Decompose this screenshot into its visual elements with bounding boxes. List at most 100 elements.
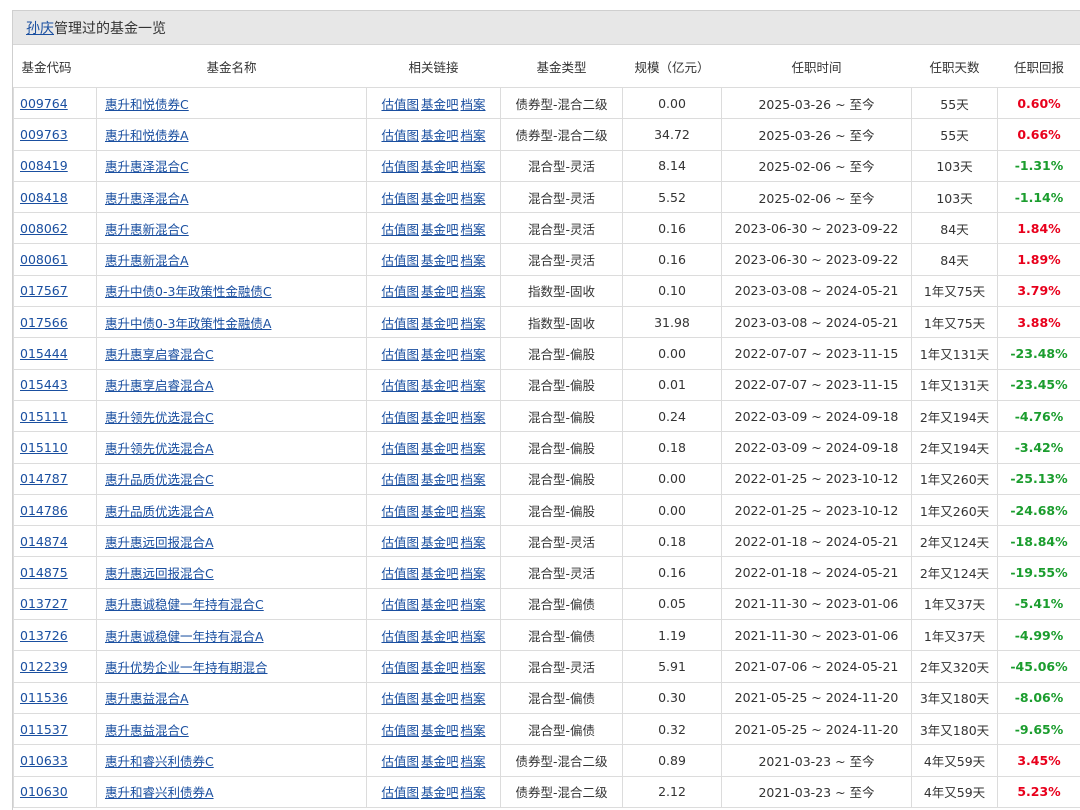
valuation-chart-link[interactable]: 估值图	[381, 597, 419, 612]
fund-code-link[interactable]: 008061	[20, 252, 68, 267]
fund-code-link[interactable]: 010630	[20, 784, 68, 799]
fund-profile-link[interactable]: 档案	[461, 159, 486, 174]
valuation-chart-link[interactable]: 估值图	[381, 159, 419, 174]
valuation-chart-link[interactable]: 估值图	[381, 97, 419, 112]
fund-forum-link[interactable]: 基金吧	[421, 660, 459, 675]
fund-code-link[interactable]: 014787	[20, 471, 68, 486]
fund-profile-link[interactable]: 档案	[461, 316, 486, 331]
valuation-chart-link[interactable]: 估值图	[381, 128, 419, 143]
fund-code-link[interactable]: 011537	[20, 722, 68, 737]
fund-name-link[interactable]: 惠升惠远回报混合A	[105, 535, 214, 550]
fund-forum-link[interactable]: 基金吧	[421, 222, 459, 237]
fund-forum-link[interactable]: 基金吧	[421, 128, 459, 143]
fund-code-link[interactable]: 013727	[20, 596, 68, 611]
fund-profile-link[interactable]: 档案	[461, 785, 486, 800]
manager-name-link[interactable]: 孙庆	[26, 18, 54, 38]
fund-profile-link[interactable]: 档案	[461, 660, 486, 675]
fund-forum-link[interactable]: 基金吧	[421, 535, 459, 550]
fund-name-link[interactable]: 惠升惠诚稳健一年持有混合A	[105, 629, 264, 644]
fund-profile-link[interactable]: 档案	[461, 128, 486, 143]
fund-profile-link[interactable]: 档案	[461, 723, 486, 738]
fund-code-link[interactable]: 011536	[20, 690, 68, 705]
fund-profile-link[interactable]: 档案	[461, 691, 486, 706]
fund-profile-link[interactable]: 档案	[461, 253, 486, 268]
fund-forum-link[interactable]: 基金吧	[421, 566, 459, 581]
fund-code-link[interactable]: 008418	[20, 190, 68, 205]
fund-name-link[interactable]: 惠升惠益混合A	[105, 691, 189, 706]
fund-name-link[interactable]: 惠升惠泽混合C	[105, 159, 189, 174]
fund-forum-link[interactable]: 基金吧	[421, 159, 459, 174]
fund-profile-link[interactable]: 档案	[461, 222, 486, 237]
valuation-chart-link[interactable]: 估值图	[381, 754, 419, 769]
fund-profile-link[interactable]: 档案	[461, 441, 486, 456]
fund-name-link[interactable]: 惠升和悦债券C	[105, 97, 189, 112]
valuation-chart-link[interactable]: 估值图	[381, 785, 419, 800]
valuation-chart-link[interactable]: 估值图	[381, 504, 419, 519]
fund-code-link[interactable]: 017567	[20, 283, 68, 298]
fund-code-link[interactable]: 009764	[20, 96, 68, 111]
fund-name-link[interactable]: 惠升和悦债券A	[105, 128, 189, 143]
fund-forum-link[interactable]: 基金吧	[421, 410, 459, 425]
fund-profile-link[interactable]: 档案	[461, 191, 486, 206]
fund-profile-link[interactable]: 档案	[461, 629, 486, 644]
fund-forum-link[interactable]: 基金吧	[421, 378, 459, 393]
fund-code-link[interactable]: 008419	[20, 158, 68, 173]
fund-name-link[interactable]: 惠升惠泽混合A	[105, 191, 189, 206]
fund-forum-link[interactable]: 基金吧	[421, 504, 459, 519]
fund-code-link[interactable]: 014875	[20, 565, 68, 580]
fund-code-link[interactable]: 017566	[20, 315, 68, 330]
fund-profile-link[interactable]: 档案	[461, 504, 486, 519]
fund-forum-link[interactable]: 基金吧	[421, 472, 459, 487]
fund-forum-link[interactable]: 基金吧	[421, 191, 459, 206]
fund-forum-link[interactable]: 基金吧	[421, 629, 459, 644]
fund-name-link[interactable]: 惠升惠远回报混合C	[105, 566, 214, 581]
valuation-chart-link[interactable]: 估值图	[381, 284, 419, 299]
fund-code-link[interactable]: 015111	[20, 409, 68, 424]
fund-code-link[interactable]: 015443	[20, 377, 68, 392]
valuation-chart-link[interactable]: 估值图	[381, 316, 419, 331]
fund-name-link[interactable]: 惠升惠新混合C	[105, 222, 189, 237]
fund-name-link[interactable]: 惠升惠享启睿混合C	[105, 347, 214, 362]
fund-code-link[interactable]: 009763	[20, 127, 68, 142]
valuation-chart-link[interactable]: 估值图	[381, 472, 419, 487]
fund-profile-link[interactable]: 档案	[461, 378, 486, 393]
fund-name-link[interactable]: 惠升优势企业一年持有期混合	[105, 660, 268, 675]
fund-name-link[interactable]: 惠升惠享启睿混合A	[105, 378, 214, 393]
fund-forum-link[interactable]: 基金吧	[421, 347, 459, 362]
fund-forum-link[interactable]: 基金吧	[421, 284, 459, 299]
fund-profile-link[interactable]: 档案	[461, 97, 486, 112]
fund-code-link[interactable]: 014874	[20, 534, 68, 549]
fund-name-link[interactable]: 惠升和睿兴利债券C	[105, 754, 214, 769]
fund-forum-link[interactable]: 基金吧	[421, 597, 459, 612]
valuation-chart-link[interactable]: 估值图	[381, 691, 419, 706]
fund-name-link[interactable]: 惠升品质优选混合C	[105, 472, 214, 487]
fund-forum-link[interactable]: 基金吧	[421, 785, 459, 800]
valuation-chart-link[interactable]: 估值图	[381, 410, 419, 425]
valuation-chart-link[interactable]: 估值图	[381, 629, 419, 644]
fund-name-link[interactable]: 惠升惠益混合C	[105, 723, 189, 738]
fund-name-link[interactable]: 惠升中债0-3年政策性金融债A	[105, 316, 271, 331]
fund-code-link[interactable]: 015444	[20, 346, 68, 361]
valuation-chart-link[interactable]: 估值图	[381, 253, 419, 268]
valuation-chart-link[interactable]: 估值图	[381, 347, 419, 362]
valuation-chart-link[interactable]: 估值图	[381, 566, 419, 581]
fund-name-link[interactable]: 惠升品质优选混合A	[105, 504, 214, 519]
valuation-chart-link[interactable]: 估值图	[381, 378, 419, 393]
valuation-chart-link[interactable]: 估值图	[381, 191, 419, 206]
valuation-chart-link[interactable]: 估值图	[381, 441, 419, 456]
fund-name-link[interactable]: 惠升惠诚稳健一年持有混合C	[105, 597, 264, 612]
fund-profile-link[interactable]: 档案	[461, 347, 486, 362]
fund-profile-link[interactable]: 档案	[461, 566, 486, 581]
fund-name-link[interactable]: 惠升领先优选混合A	[105, 441, 214, 456]
fund-profile-link[interactable]: 档案	[461, 535, 486, 550]
fund-forum-link[interactable]: 基金吧	[421, 754, 459, 769]
fund-profile-link[interactable]: 档案	[461, 472, 486, 487]
fund-profile-link[interactable]: 档案	[461, 597, 486, 612]
fund-forum-link[interactable]: 基金吧	[421, 316, 459, 331]
fund-name-link[interactable]: 惠升惠新混合A	[105, 253, 189, 268]
fund-code-link[interactable]: 014786	[20, 503, 68, 518]
fund-forum-link[interactable]: 基金吧	[421, 97, 459, 112]
fund-profile-link[interactable]: 档案	[461, 754, 486, 769]
fund-code-link[interactable]: 013726	[20, 628, 68, 643]
valuation-chart-link[interactable]: 估值图	[381, 723, 419, 738]
